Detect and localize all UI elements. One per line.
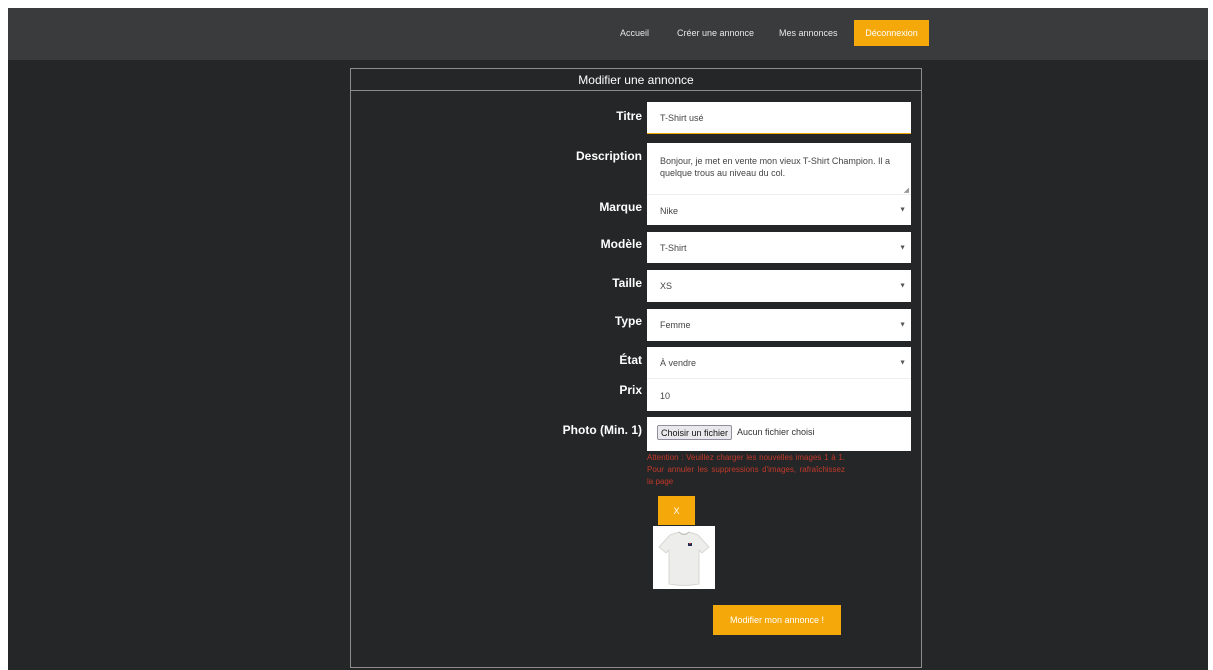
brand-value: Nike — [660, 206, 679, 216]
resize-handle-icon[interactable]: ◢ — [904, 186, 909, 194]
choose-file-button[interactable]: Choisir un fichier — [657, 425, 733, 440]
description-textarea[interactable]: Bonjour, je met en vente mon vieux T-Shi… — [647, 143, 911, 195]
page: Accueil Créer une annonce Mes annonces D… — [8, 8, 1208, 670]
photo-label: Photo (Min. 1) — [562, 423, 642, 437]
model-select[interactable]: T-Shirt ▼ — [647, 232, 911, 263]
nav-create-ad-link[interactable]: Créer une annonce — [677, 28, 754, 38]
size-select[interactable]: XS ▼ — [647, 270, 911, 302]
top-navbar: Accueil Créer une annonce Mes annonces D… — [8, 8, 1208, 60]
type-select[interactable]: Femme ▼ — [647, 309, 911, 341]
tshirt-image — [653, 526, 715, 589]
type-value: Femme — [660, 320, 691, 330]
description-value: Bonjour, je met en vente mon vieux T-Shi… — [660, 156, 890, 178]
price-input[interactable]: 10 — [647, 378, 911, 411]
chevron-down-icon: ▼ — [899, 321, 906, 329]
price-label: Prix — [619, 383, 642, 397]
state-value: À vendre — [660, 358, 697, 368]
upload-warning: Attention : Veuillez charger les nouvell… — [647, 453, 845, 486]
model-label: Modèle — [600, 237, 642, 251]
remove-image-button[interactable]: X — [658, 496, 695, 525]
state-label: État — [619, 353, 642, 367]
title-input-value: T-Shirt usé — [660, 113, 704, 123]
form-title: Modifier une annonce — [351, 69, 921, 91]
brand-select[interactable]: Nike ▼ — [647, 194, 911, 225]
type-label: Type — [614, 314, 642, 328]
chevron-down-icon: ▼ — [899, 282, 906, 290]
submit-edit-button[interactable]: Modifier mon annonce ! — [713, 605, 841, 635]
edit-ad-form: Modifier une annonce Titre T-Shirt usé D… — [350, 68, 922, 668]
photo-file-input[interactable]: Choisir un fichier Aucun fichier choisi — [647, 417, 911, 451]
chevron-down-icon: ▼ — [899, 206, 906, 214]
file-status-text: Aucun fichier choisi — [737, 427, 815, 437]
chevron-down-icon: ▼ — [899, 244, 906, 251]
size-value: XS — [660, 281, 673, 291]
title-label: Titre — [616, 109, 642, 123]
brand-label: Marque — [599, 200, 642, 214]
size-label: Taille — [612, 276, 642, 290]
title-input[interactable]: T-Shirt usé — [647, 102, 911, 134]
tshirt-thumbnail — [653, 526, 715, 589]
price-value: 10 — [660, 391, 671, 401]
logout-button[interactable]: Déconnexion — [854, 20, 929, 46]
state-select[interactable]: À vendre ▼ — [647, 347, 911, 378]
nav-home-link[interactable]: Accueil — [620, 28, 649, 38]
description-label: Description — [575, 149, 642, 163]
nav-my-ads-link[interactable]: Mes annonces — [779, 28, 838, 38]
model-value: T-Shirt — [660, 243, 687, 253]
chevron-down-icon: ▼ — [899, 359, 906, 366]
